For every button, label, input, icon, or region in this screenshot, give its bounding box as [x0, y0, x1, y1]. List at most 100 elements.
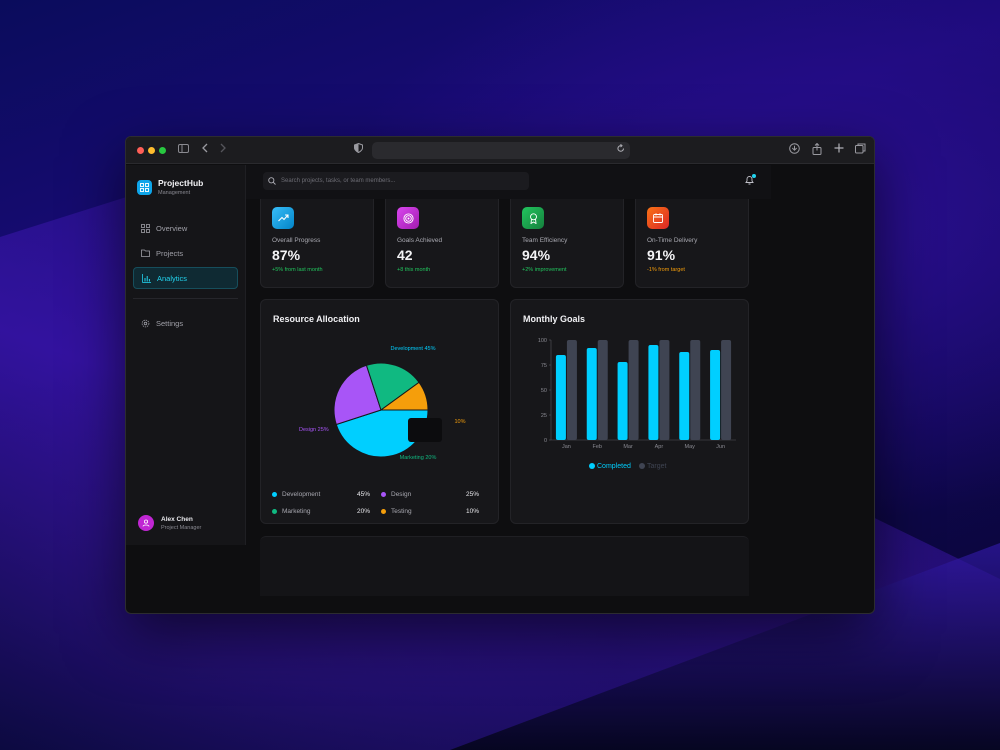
trending-up-icon — [272, 207, 294, 229]
calendar-icon — [647, 207, 669, 229]
legend-swatch — [589, 463, 595, 469]
legend-label: Design — [391, 491, 412, 498]
search-input[interactable]: Search projects, tasks, or team members.… — [263, 172, 529, 190]
grid-icon — [141, 223, 150, 233]
brand[interactable]: ProjectHub Management — [137, 178, 203, 196]
y-tick-label: 50 — [541, 388, 547, 394]
legend-item: Design 25% — [381, 491, 490, 498]
legend-label: Target — [647, 463, 667, 470]
sidebar-item-overview[interactable]: Overview — [133, 217, 238, 239]
legend-item: Marketing 20% — [272, 508, 381, 515]
bar-completed — [555, 355, 566, 440]
card-title: Resource Allocation — [273, 314, 360, 324]
legend-label: Completed — [597, 463, 631, 470]
stat-label: Overall Progress — [272, 237, 321, 244]
legend-value: 10% — [465, 508, 479, 515]
user-name: Alex Chen — [161, 515, 193, 523]
close-window-button[interactable] — [137, 147, 144, 154]
stat-change: +2% improvement — [522, 267, 567, 273]
minimize-window-button[interactable] — [148, 147, 155, 154]
bar-target — [721, 340, 732, 440]
legend-label: Development — [282, 491, 321, 498]
pie-legend: Development 45% Design 25% Marketing 20%… — [272, 486, 490, 520]
browser-titlebar — [126, 137, 874, 164]
legend-swatch — [272, 492, 277, 497]
top-bar: Search projects, tasks, or team members.… — [246, 165, 771, 199]
stat-change: -1% from target — [647, 267, 685, 273]
user-profile[interactable]: Alex Chen Project Manager — [138, 515, 201, 531]
x-tick-label: May — [685, 444, 696, 450]
download-icon[interactable] — [789, 143, 800, 158]
x-tick-label: Jan — [562, 444, 571, 450]
stat-label: Goals Achieved — [397, 237, 443, 244]
stat-card[interactable]: Team Efficiency 94% +2% improvement — [510, 199, 624, 288]
privacy-shield-icon[interactable] — [354, 142, 363, 156]
forward-icon[interactable] — [219, 143, 226, 157]
share-icon[interactable] — [812, 142, 822, 159]
pie-slice-label: Design 25% — [299, 427, 329, 433]
search-placeholder: Search projects, tasks, or team members.… — [281, 178, 396, 184]
bar-chart: 0 25 50 75 100 Jan Feb Mar Apr May Jun Completed Tar… — [538, 338, 736, 470]
legend-value: 25% — [465, 491, 479, 498]
stat-card[interactable]: Overall Progress 87% +5% from last month — [260, 199, 374, 288]
resource-allocation-card: Resource Allocation Development 45% Desig… — [260, 299, 499, 524]
sidebar-toggle-icon[interactable] — [178, 143, 189, 157]
back-icon[interactable] — [202, 143, 209, 157]
legend-label: Testing — [391, 508, 412, 515]
target-icon — [397, 207, 419, 229]
sidebar-nav: Overview Projects Analytics Settings — [133, 217, 238, 337]
legend-swatch — [381, 509, 386, 514]
legend-value: 45% — [356, 491, 370, 498]
avatar — [138, 515, 154, 531]
sidebar-item-projects[interactable]: Projects — [133, 242, 238, 264]
bar-target — [628, 340, 639, 440]
new-tab-icon[interactable] — [834, 143, 844, 157]
bar-completed — [710, 350, 721, 440]
stat-value: 87% — [272, 247, 301, 263]
address-bar[interactable] — [372, 142, 630, 159]
stat-label: On-Time Delivery — [647, 237, 698, 244]
stat-value: 91% — [647, 247, 676, 263]
stat-card[interactable]: Goals Achieved 42 +8 this month — [385, 199, 499, 288]
bottom-panel — [260, 536, 749, 596]
maximize-window-button[interactable] — [159, 147, 166, 154]
legend-value: 20% — [356, 508, 370, 515]
reload-icon[interactable] — [617, 143, 625, 156]
sidebar-item-settings[interactable]: Settings — [133, 312, 238, 334]
pie-tooltip — [408, 418, 442, 442]
stat-label: Team Efficiency — [522, 237, 568, 244]
sidebar-item-analytics[interactable]: Analytics — [133, 267, 238, 289]
pie-chart: Development 45% Design 25% Marketing 20% 10… — [299, 346, 466, 461]
user-role: Project Manager — [161, 524, 202, 531]
award-icon — [522, 207, 544, 229]
legend-label: Marketing — [282, 508, 311, 515]
stat-card[interactable]: On-Time Delivery 91% -1% from target — [635, 199, 749, 288]
bar-target — [690, 340, 701, 440]
pie-slice-label: 10% — [454, 419, 465, 425]
brand-logo-icon — [137, 179, 152, 195]
sidebar-item-label: Overview — [156, 223, 188, 233]
monthly-goals-card: Monthly Goals 0 25 50 75 100 Jan Feb Mar Apr May J… — [510, 299, 749, 524]
stat-change: +5% from last month — [272, 267, 323, 273]
bar-target — [566, 340, 577, 440]
main-content: Overall Progress 87% +5% from last month… — [246, 199, 771, 613]
tab-overview-icon[interactable] — [855, 143, 866, 158]
y-tick-label: 75 — [541, 363, 547, 369]
browser-window: ProjectHub Management Overview Projects — [125, 136, 875, 614]
bar-target — [659, 340, 670, 440]
legend-swatch — [381, 492, 386, 497]
sidebar-divider — [133, 298, 238, 299]
sidebar-item-label: Settings — [156, 318, 184, 328]
bell-icon[interactable] — [745, 174, 756, 187]
stat-value: 42 — [397, 247, 413, 263]
y-tick-label: 0 — [544, 438, 547, 444]
x-tick-label: Jun — [716, 444, 725, 450]
y-tick-label: 100 — [538, 338, 547, 344]
bar-completed — [648, 345, 659, 440]
app-container: ProjectHub Management Overview Projects — [126, 165, 874, 613]
legend-swatch — [639, 463, 645, 469]
sidebar: ProjectHub Management Overview Projects — [126, 165, 246, 545]
legend-item: Development 45% — [272, 491, 381, 498]
stat-change: +8 this month — [397, 267, 431, 273]
x-tick-label: Feb — [593, 444, 602, 450]
